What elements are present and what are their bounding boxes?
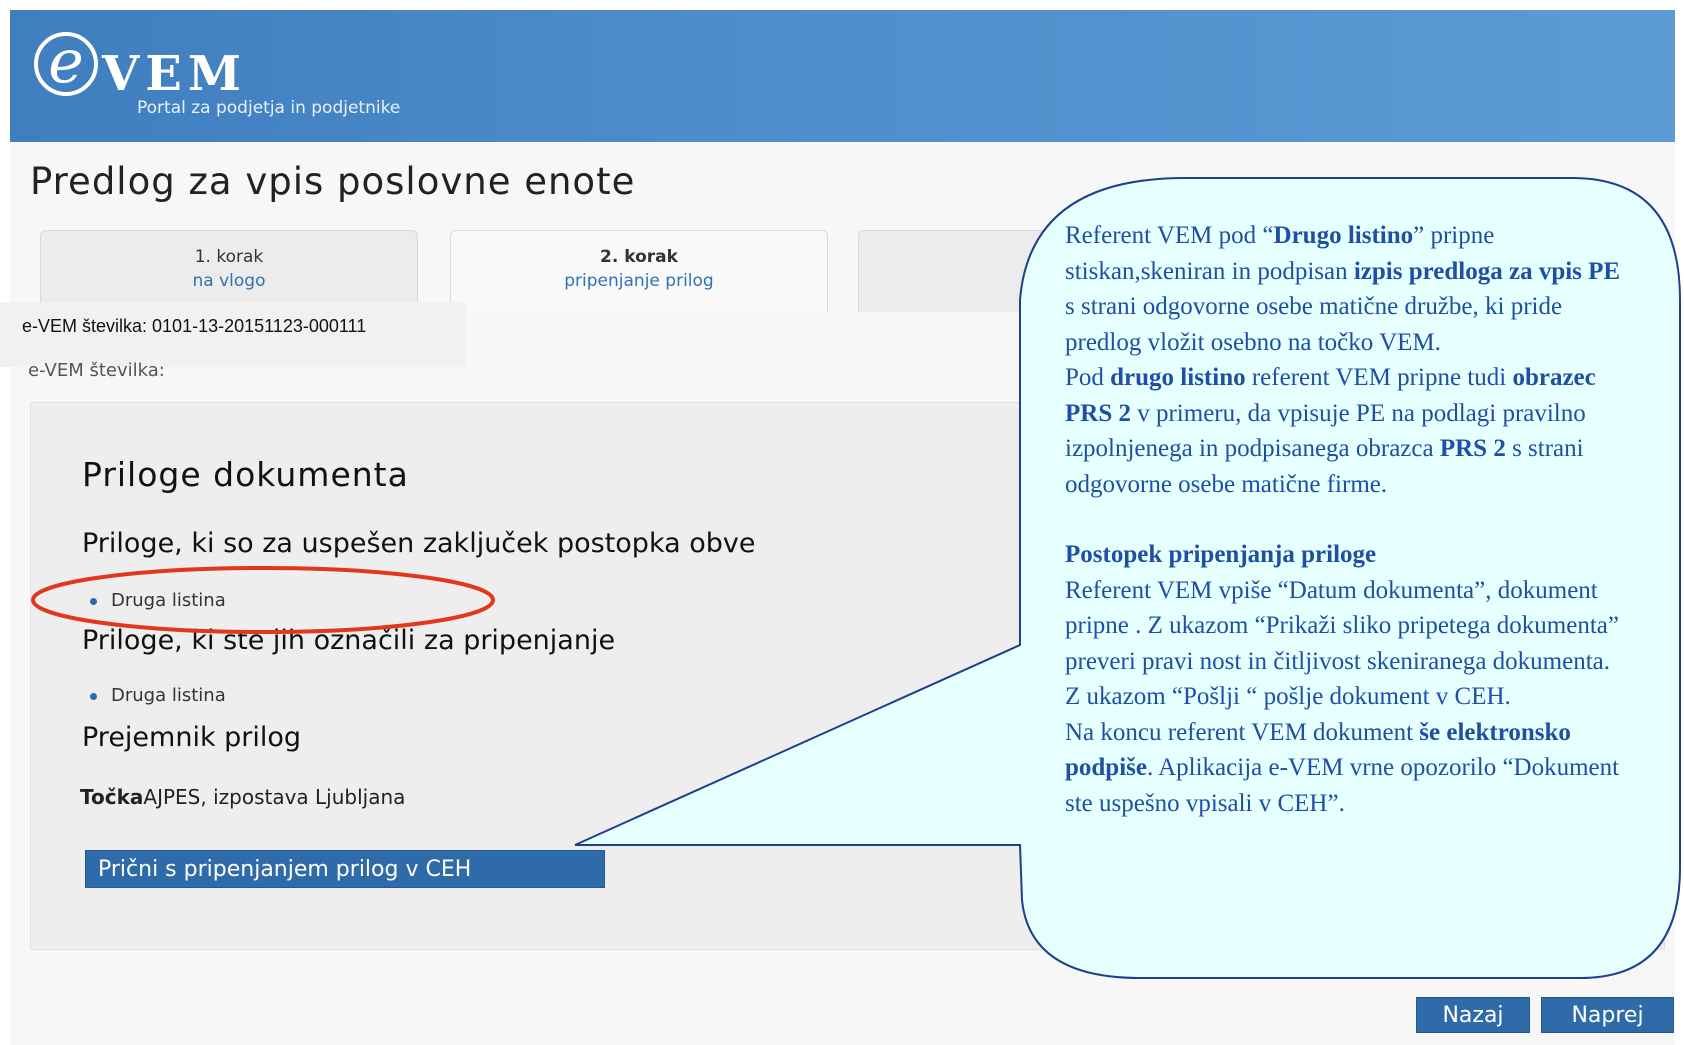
callout-paragraph-4: Z ukazom “Pošlji “ pošlje dokument v CEH… <box>1065 683 1511 710</box>
callout-paragraph-3-title: Postopek pripenjanja priloge <box>1065 537 1635 573</box>
callout-text-run: Na koncu referent VEM dokument <box>1065 718 1420 746</box>
callout-spacer <box>1065 502 1635 537</box>
callout-emphasis: Drugo listino <box>1273 222 1414 249</box>
callout-emphasis: izpis predloga za vpis PE <box>1353 257 1621 285</box>
callout-emphasis: Postopek pripenjanja priloge <box>1065 541 1377 568</box>
highlight-ellipse <box>31 566 495 634</box>
callout-emphasis: drugo listino <box>1110 364 1246 391</box>
callout-text-run: referent VEM pripne tudi <box>1245 364 1513 391</box>
callout-paragraph-3: Referent VEM vpiše “Datum dokumenta”, do… <box>1065 576 1619 675</box>
callout-paragraph-1: Referent VEM pod “Drugo listino” pripne … <box>1065 218 1635 360</box>
callout-text-run: Pod <box>1065 364 1111 391</box>
callout-paragraph-2: Pod drugo listino referent VEM pripne tu… <box>1065 360 1635 502</box>
callout-text-run: Referent VEM pod “ <box>1065 222 1274 249</box>
callout-text: Referent VEM pod “Drugo listino” pripne … <box>1065 218 1635 821</box>
callout-text-run: . Aplikacija e-VEM vrne opozorilo “Dokum… <box>1065 754 1620 817</box>
callout-paragraph-5: Na koncu referent VEM dokument še elektr… <box>1065 715 1635 822</box>
callout-text-run: s strani odgovorne osebe matične družbe,… <box>1065 293 1563 356</box>
callout-emphasis: PRS 2 <box>1439 435 1506 462</box>
